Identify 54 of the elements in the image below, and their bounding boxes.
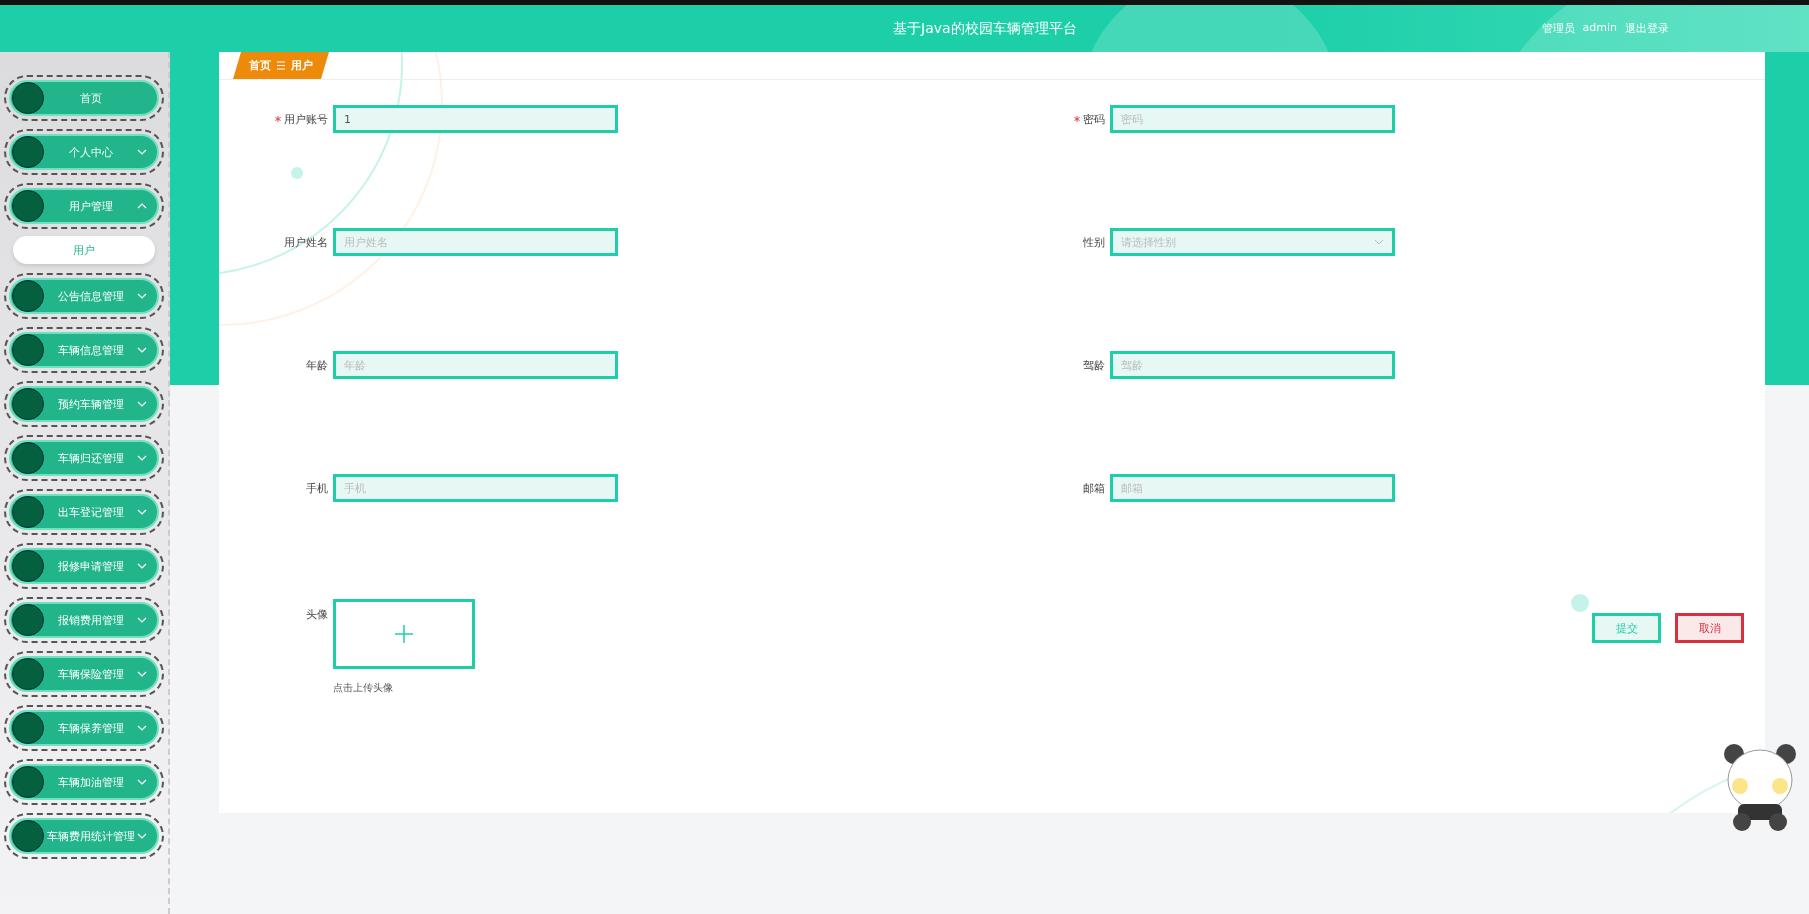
- circle-icon: [12, 766, 44, 798]
- circle-icon: [12, 190, 44, 222]
- separator-icon: [277, 61, 285, 70]
- circle-icon: [12, 496, 44, 528]
- circle-icon: [12, 820, 44, 852]
- circle-icon: [12, 658, 44, 690]
- chevron-icon: [137, 777, 147, 787]
- background-dot: [1571, 594, 1589, 612]
- chevron-icon: [1374, 237, 1384, 247]
- field-label: 手机: [306, 480, 328, 496]
- circle-icon: [12, 712, 44, 744]
- breadcrumb-item: 用户: [291, 58, 313, 73]
- field-label: 年龄: [306, 357, 328, 373]
- chevron-icon: [137, 453, 147, 463]
- chevron-icon: [137, 345, 147, 355]
- chevron-icon: [137, 669, 147, 679]
- circle-icon: [12, 604, 44, 636]
- circle-icon: [12, 442, 44, 474]
- circle-icon: [12, 334, 44, 366]
- field-label: 驾龄: [1083, 357, 1105, 373]
- upload-hint: 点击上传头像: [333, 681, 394, 695]
- chevron-icon: [137, 147, 147, 157]
- upload-box[interactable]: [333, 599, 475, 669]
- submenu-item[interactable]: 用户: [13, 236, 155, 264]
- cancel-button[interactable]: 取消: [1675, 613, 1744, 643]
- chevron-icon: [137, 201, 147, 211]
- user-role: 管理员: [1541, 21, 1575, 36]
- app-title: 基于Java的校园车辆管理平台: [893, 19, 1077, 38]
- chevron-icon: [137, 561, 147, 571]
- logout-link[interactable]: 退出登录: [1625, 21, 1669, 36]
- input-field[interactable]: 1: [333, 105, 618, 133]
- chevron-icon: [137, 507, 147, 517]
- user-name: admin: [1582, 21, 1617, 36]
- chevron-icon: [137, 723, 147, 733]
- field-label: 头像: [305, 607, 328, 623]
- background-dot: [291, 167, 303, 179]
- input-field[interactable]: 驾龄: [1110, 351, 1395, 379]
- input-field[interactable]: 密码: [1110, 105, 1395, 133]
- field-label: 用户姓名: [284, 234, 328, 250]
- chevron-icon: [137, 399, 147, 409]
- field-label: 密码: [1083, 111, 1105, 127]
- circle-icon: [12, 550, 44, 582]
- submit-button[interactable]: 提交: [1592, 613, 1661, 643]
- breadcrumb-item[interactable]: 首页: [249, 58, 271, 73]
- circle-icon: [12, 388, 44, 420]
- field-label: 性别: [1083, 234, 1105, 250]
- field-label: 用户账号: [284, 111, 328, 127]
- chevron-icon: [137, 831, 147, 841]
- circle-icon: [12, 82, 44, 114]
- chevron-icon: [137, 615, 147, 625]
- field-label: 邮箱: [1083, 480, 1105, 496]
- chevron-icon: [137, 291, 147, 301]
- circle-icon: [12, 280, 44, 312]
- circle-icon: [12, 136, 44, 168]
